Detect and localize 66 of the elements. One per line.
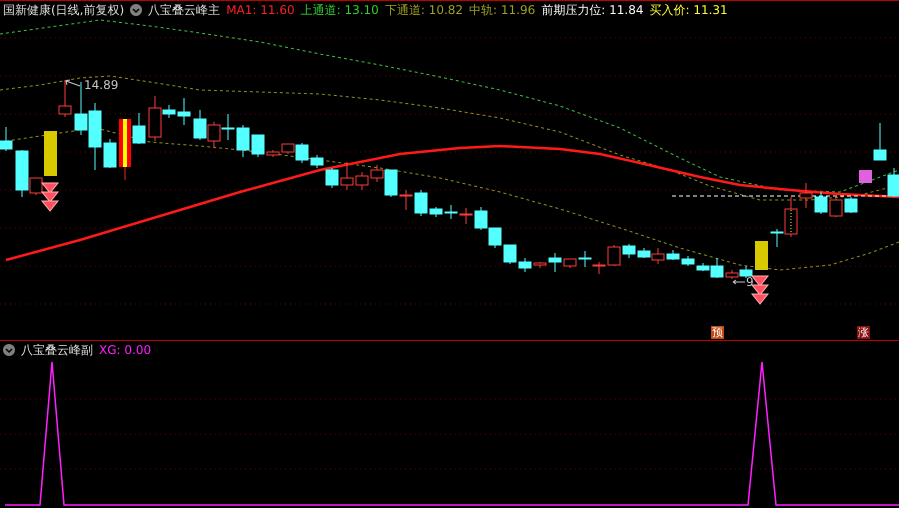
candlestick — [488, 228, 502, 248]
arrow-icon — [66, 80, 80, 86]
candlestick — [682, 256, 694, 266]
low-price-label: 9 — [746, 275, 754, 289]
candlestick — [564, 258, 576, 268]
candlestick — [340, 162, 354, 190]
candlestick — [592, 262, 606, 274]
candlestick — [800, 182, 812, 208]
candlestick — [208, 122, 220, 148]
candlestick — [236, 124, 250, 158]
candlestick — [252, 134, 264, 158]
indicator-name: 八宝叠云峰主 — [148, 2, 220, 18]
candlestick — [0, 126, 12, 152]
sub-indicator-name: 八宝叠云峰副 — [21, 342, 93, 358]
candlestick — [430, 206, 442, 218]
xg-value: XG: 0.00 — [99, 343, 152, 357]
candlestick — [888, 168, 899, 198]
signal-bar — [755, 241, 768, 270]
indicator-value: 买入价: 11.31 — [649, 2, 728, 18]
signal-candle — [119, 118, 131, 180]
candlestick — [58, 80, 72, 118]
candlestick — [194, 110, 206, 140]
indicator-value: 上通道: 13.10 — [300, 2, 379, 18]
candlestick — [534, 262, 546, 268]
candlestick — [518, 258, 532, 272]
candlestick — [578, 250, 592, 268]
candlestick — [874, 122, 886, 160]
stock-title: 国新健康(日线,前复权) — [3, 2, 124, 18]
signal-bar — [44, 131, 57, 176]
candlestick — [474, 206, 488, 230]
candlestick — [310, 154, 324, 168]
candlestick — [608, 244, 620, 266]
dropdown-icon[interactable] — [130, 4, 142, 16]
signal-marker: 预 — [711, 326, 724, 339]
highlight-candle — [859, 170, 872, 183]
candlestick — [132, 112, 146, 144]
candlestick — [740, 266, 752, 278]
candlestick — [844, 196, 858, 214]
indicator-value: 前期压力位: 11.84 — [541, 2, 644, 18]
dropdown-icon[interactable] — [3, 344, 15, 356]
candlestick — [326, 168, 338, 188]
candlestick — [548, 252, 562, 272]
high-price-label: 14.89 — [84, 78, 118, 92]
indicator-value: MA1: 11.60 — [226, 3, 295, 17]
candlestick — [88, 102, 102, 170]
candlestick — [266, 150, 280, 158]
arrow-icon — [732, 280, 746, 284]
candlestick — [356, 172, 368, 190]
indicator-value: 中轨: 11.96 — [469, 2, 536, 18]
candlestick — [666, 250, 680, 260]
candlestick — [460, 208, 472, 224]
candlestick — [622, 244, 636, 258]
candlestick — [504, 244, 516, 264]
candlestick — [178, 98, 190, 126]
signal-candle — [784, 196, 798, 238]
signal-marker: 涨 — [857, 326, 870, 339]
candlestick — [814, 192, 828, 214]
candlestick — [444, 204, 458, 220]
candlestick — [222, 114, 234, 140]
candlestick — [104, 138, 116, 168]
candlestick — [830, 198, 842, 218]
candlestick — [770, 228, 784, 248]
candlestick — [400, 190, 412, 210]
candlestick — [726, 270, 738, 280]
candlestick — [414, 190, 428, 216]
indicator-value: 下通道: 10.82 — [384, 2, 464, 18]
